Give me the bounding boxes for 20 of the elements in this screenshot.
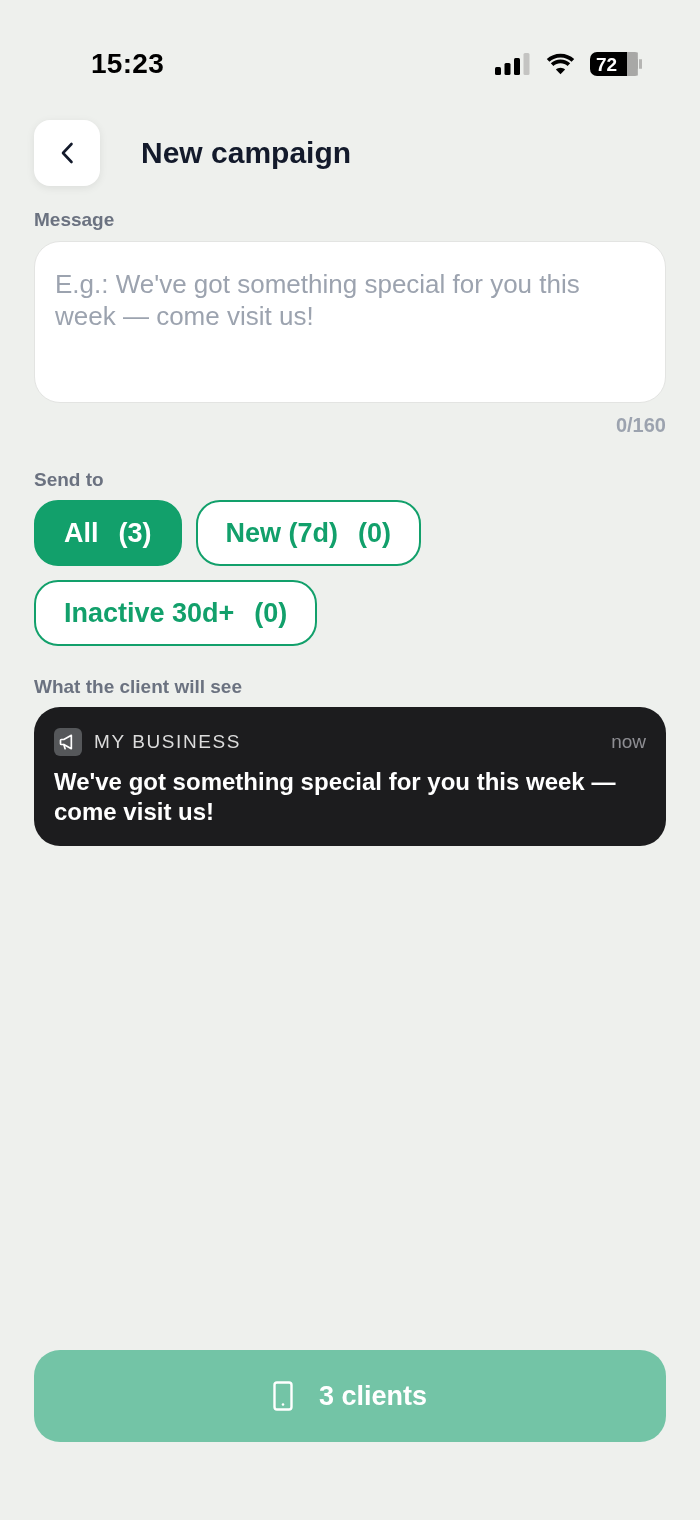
status-time: 15:23 <box>91 48 165 80</box>
preview-label: What the client will see <box>34 675 242 699</box>
megaphone-icon <box>54 728 82 756</box>
signal-icon <box>495 53 531 75</box>
phone-icon <box>272 1381 293 1411</box>
wifi-icon <box>545 53 576 75</box>
battery-indicator: 72 <box>590 52 642 76</box>
character-counter: 0/160 <box>615 413 666 437</box>
back-button[interactable] <box>34 120 100 186</box>
audience-chip[interactable]: New (7d) (0) <box>195 500 422 566</box>
page-title: New campaign <box>141 136 352 170</box>
message-label: Message <box>34 208 115 232</box>
message-field[interactable]: E.g.: We've got something special for you this week — come visit us! <box>34 241 666 403</box>
app-name: MY BUSINESS <box>94 731 243 753</box>
audience-chip[interactable]: All (3) <box>34 500 182 566</box>
audience-chip[interactable]: Inactive 30d+ (0) <box>34 580 318 646</box>
notification-time: now <box>611 731 646 753</box>
send-to-label: Send to <box>34 468 104 492</box>
chevron-left-icon <box>60 142 74 164</box>
notification-text: We've got something special for you this week — come visit us! <box>54 767 617 827</box>
